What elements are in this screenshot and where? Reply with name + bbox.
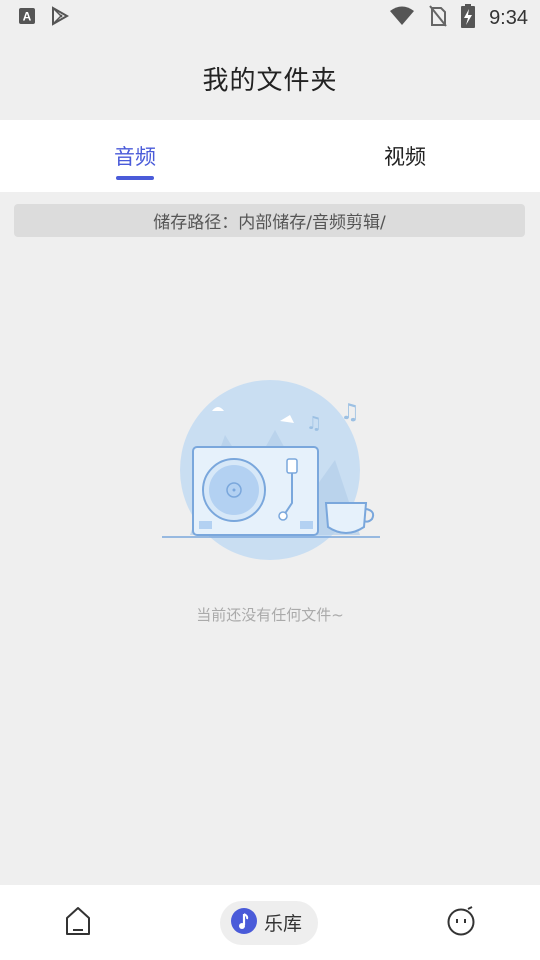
storage-path: 储存路径：内部储存/音频剪辑/ [14,204,525,237]
svg-text:♫: ♫ [340,400,360,425]
home-icon [64,906,92,940]
status-bar: A 9:34 [0,0,540,36]
battery-charging-icon [461,4,476,32]
music-note-icon [230,907,258,939]
bottom-nav: 乐库 [0,885,540,960]
storage-path-text: 储存路径：内部储存/音频剪辑/ [153,213,386,233]
face-icon [446,905,476,940]
tab-audio[interactable]: 音频 [0,120,270,192]
empty-state-message: 当前还没有任何文件~ [196,606,344,624]
play-store-icon [50,6,70,30]
svg-text:♫: ♫ [306,413,322,434]
svg-text:A: A [23,10,32,24]
tab-active-indicator [116,176,154,180]
status-time: 9:34 [489,6,528,29]
nav-home[interactable] [64,906,92,940]
header: 我的文件夹 [0,36,540,120]
tab-bar: 音频 视频 [0,120,540,192]
wifi-icon [389,6,415,30]
tab-audio-label: 音频 [114,145,156,169]
a-notification-icon: A [18,7,36,29]
nav-library[interactable]: 乐库 [219,900,318,945]
page-title: 我的文件夹 [202,65,338,96]
nav-library-label: 乐库 [263,913,302,935]
tab-video-label: 视频 [384,145,426,169]
empty-illustration: ♫ ♫ [160,375,382,565]
nav-profile[interactable] [446,905,476,940]
no-sim-icon [429,5,447,31]
turntable-illustration-icon: ♫ ♫ [162,380,380,560]
tab-video[interactable]: 视频 [270,120,540,192]
